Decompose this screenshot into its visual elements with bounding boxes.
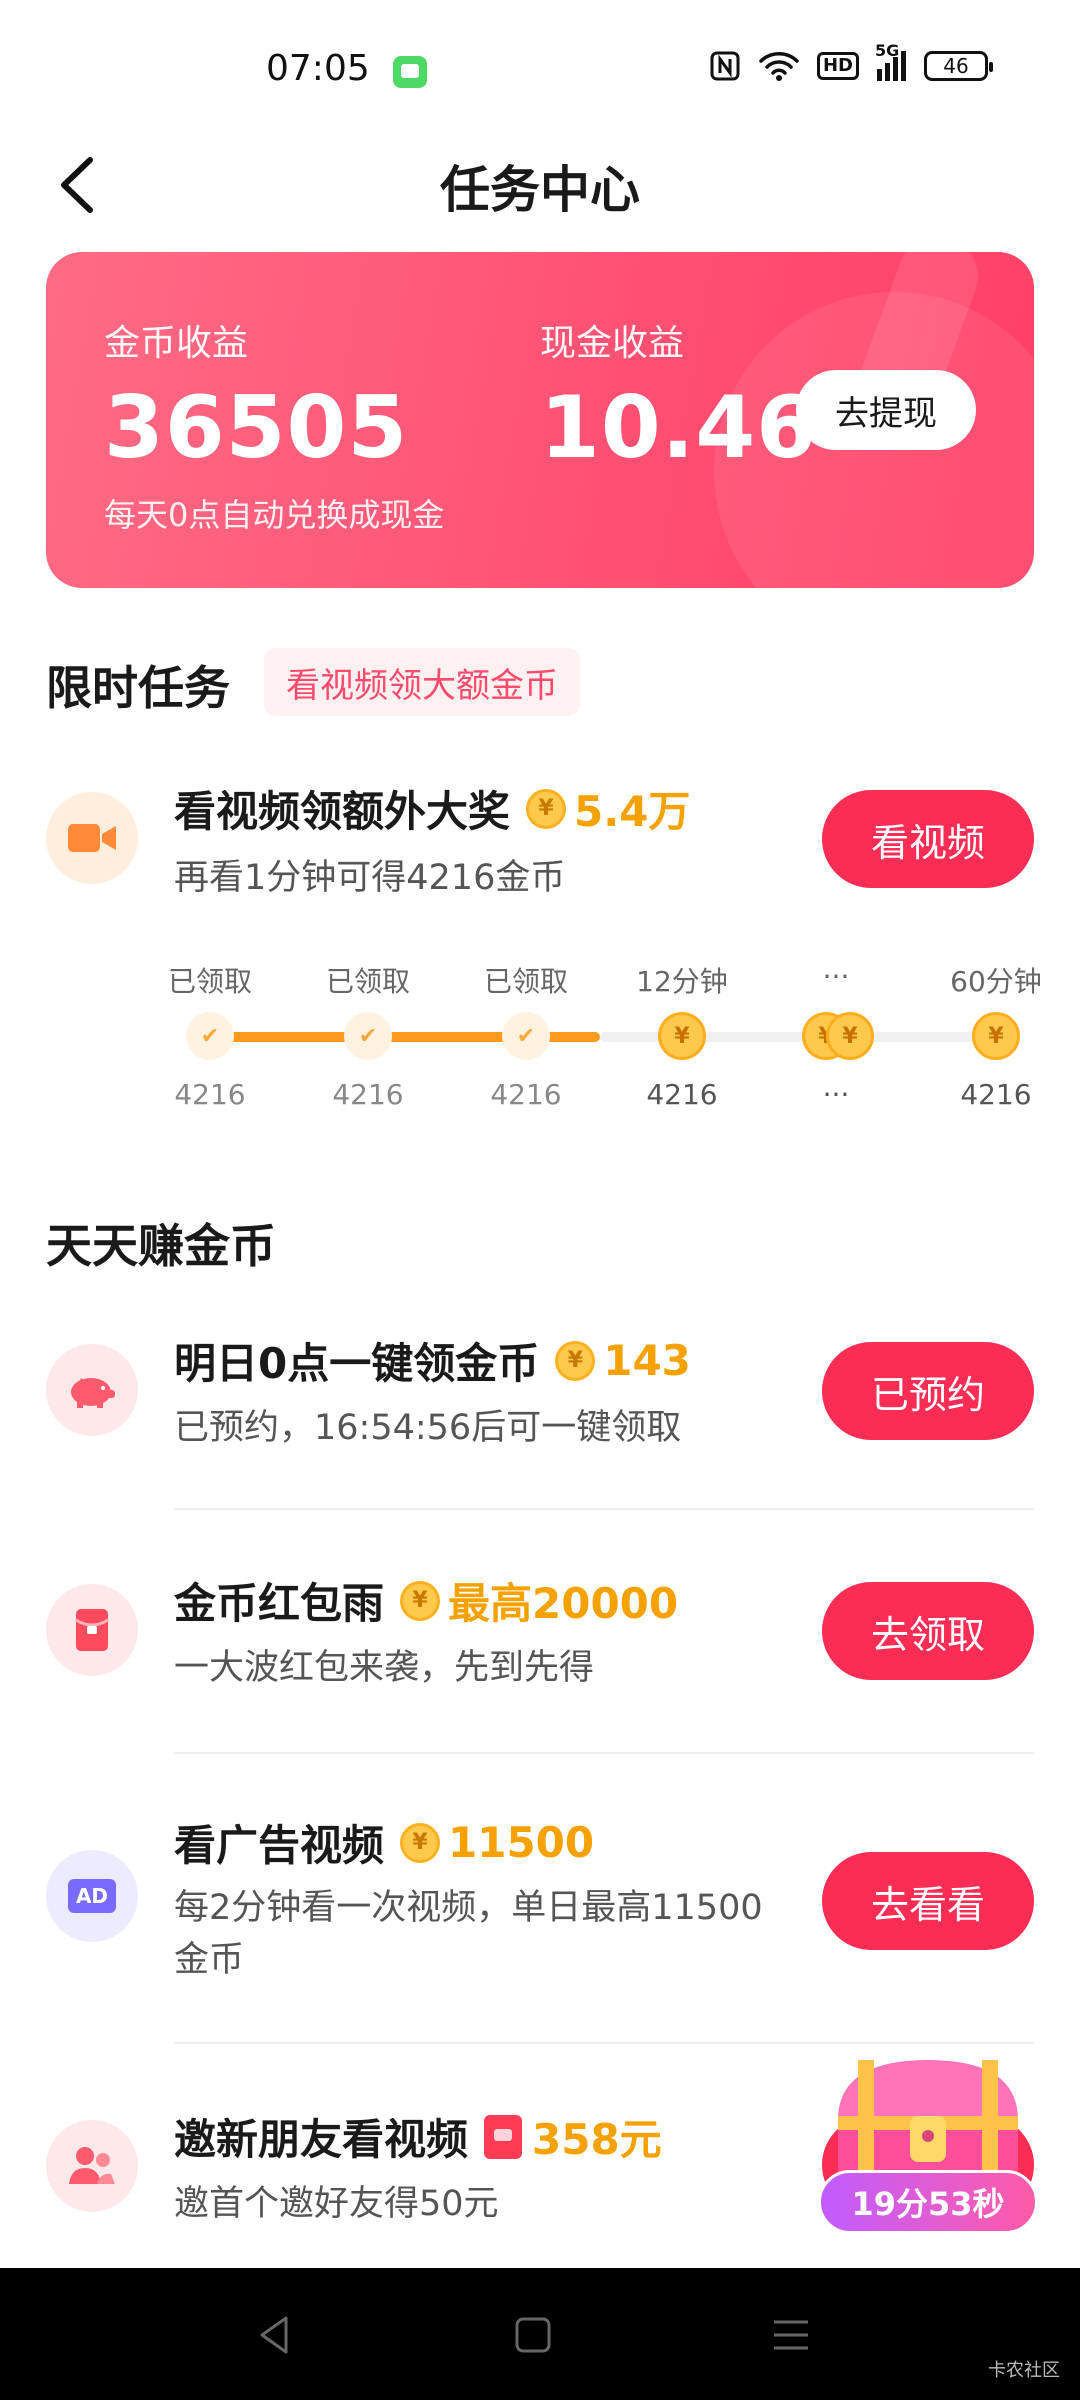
invite-friends-icon — [69, 2147, 115, 2184]
ad-icon: AD — [68, 1879, 116, 1913]
progress-top-label: 已领取 — [325, 965, 410, 998]
task-icon-bg: AD — [46, 1850, 138, 1942]
claim-button[interactable]: 去领取 — [822, 1582, 1034, 1680]
red-envelope-icon — [75, 1609, 109, 1651]
task-icon-bg — [46, 2120, 138, 2212]
progress-bottom-label: 4216 — [646, 1078, 718, 1111]
video-task-desc: 再看1分钟可得4216金币 — [174, 858, 566, 898]
task-desc: 已预约，16:54:56后可一键领取 — [174, 1408, 682, 1448]
progress-bottom-label: ··· — [822, 1078, 850, 1111]
progress-top-label: 60分钟 — [950, 965, 1042, 998]
coin-icon: ¥ — [526, 788, 567, 829]
video-task-title-row: 看视频领额外大奖 ¥ 5.4万 — [174, 778, 690, 839]
signal-icon: 5G — [875, 41, 906, 81]
progress-top-label: 12分钟 — [636, 965, 728, 998]
nav-back-icon[interactable] — [250, 2310, 300, 2360]
coin-icon: ¥ — [658, 1012, 706, 1060]
check-icon: ✔ — [186, 1012, 234, 1060]
status-bar: 07:05 HD 5G 46 — [0, 0, 1080, 130]
task-reward: 143 — [603, 1336, 691, 1385]
progress-top-label: ··· — [822, 960, 850, 993]
progress-top-label: 已领取 — [483, 965, 568, 998]
check-icon: ✔ — [344, 1012, 392, 1060]
piggy-bank-icon — [71, 1378, 115, 1408]
watch-video-button[interactable]: 看视频 — [822, 790, 1034, 888]
task-title-row: 金币红包雨 ¥ 最高20000 — [174, 1570, 678, 1631]
progress-bottom-label: 4216 — [332, 1078, 404, 1111]
progress-bottom-label: 4216 — [490, 1078, 562, 1111]
task-reward: 11500 — [448, 1818, 595, 1867]
task-reward: 358元 — [532, 2115, 662, 2164]
coin-icon: ¥ — [555, 1340, 596, 1381]
chest-timer[interactable]: 19分53秒 — [818, 2170, 1038, 2234]
wifi-icon — [759, 52, 799, 81]
message-notification-icon — [393, 56, 427, 88]
divider — [174, 1752, 1034, 1754]
task-title-row: 看广告视频 ¥ 11500 — [174, 1812, 594, 1873]
video-task-reward: 5.4万 — [574, 787, 691, 836]
coin-earnings-value: 36505 — [104, 378, 409, 478]
video-task-icon-bg — [46, 792, 138, 884]
cash-earnings-label: 现金收益 — [540, 323, 685, 364]
check-icon: ✔ — [502, 1012, 550, 1060]
hd-icon: HD — [816, 52, 859, 80]
coin-icon: ¥ — [826, 1012, 874, 1060]
task-title: 明日0点一键领金币 — [174, 1339, 540, 1388]
video-task-title: 看视频领额外大奖 — [174, 787, 511, 836]
daily-tasks-title: 天天赚金币 — [46, 1219, 276, 1273]
coin-icon: ¥ — [400, 1580, 441, 1621]
task-title-row: 邀新朋友看视频 358元 — [174, 2106, 662, 2167]
exchange-note: 每天0点自动兑换成现金 — [104, 496, 445, 534]
nav-home-icon[interactable] — [508, 2310, 558, 2360]
divider — [174, 1508, 1034, 1510]
status-time: 07:05 — [266, 48, 370, 89]
task-desc: 每2分钟看一次视频，单日最高11500金币 — [174, 1888, 763, 1980]
watch-ad-button[interactable]: 去看看 — [822, 1852, 1034, 1950]
cash-earnings-value: 10.46 — [540, 378, 818, 478]
network-label: 5G — [875, 41, 900, 60]
progress-bottom-label: 4216 — [960, 1078, 1032, 1111]
task-icon-bg — [46, 1584, 138, 1676]
task-desc: 一大波红包来袭，先到先得 — [174, 1648, 595, 1688]
withdraw-button[interactable]: 去提现 — [796, 370, 976, 450]
task-icon-bg — [46, 1344, 138, 1436]
battery-level: 46 — [943, 54, 969, 78]
header: 任务中心 — [0, 130, 1080, 240]
task-desc: 邀首个邀好友得50元 — [174, 2184, 499, 2224]
nfc-icon — [710, 51, 740, 81]
red-packet-icon — [484, 2114, 523, 2159]
battery-icon: 46 — [924, 51, 993, 81]
progress-bottom-label: 4216 — [174, 1078, 246, 1111]
video-camera-icon — [68, 824, 116, 852]
reserved-button[interactable]: 已预约 — [822, 1342, 1034, 1440]
task-reward: 最高20000 — [448, 1579, 679, 1628]
task-title: 金币红包雨 — [174, 1579, 385, 1628]
system-nav-bar: 卡农社区 — [0, 2268, 1080, 2400]
watermark: 卡农社区 — [988, 2360, 1060, 2381]
limited-tasks-title: 限时任务 — [46, 661, 230, 715]
progress-top-label: 已领取 — [167, 965, 252, 998]
status-icons: HD 5G 46 — [709, 41, 993, 82]
task-title: 看广告视频 — [174, 1821, 385, 1870]
coin-icon: ¥ — [972, 1012, 1020, 1060]
page-title: 任务中心 — [440, 161, 640, 219]
coin-earnings-label: 金币收益 — [104, 323, 249, 364]
task-title-row: 明日0点一键领金币 ¥ 143 — [174, 1330, 691, 1391]
earnings-card: 金币收益 36505 现金收益 10.46 去提现 每天0点自动兑换成现金 — [46, 252, 1034, 588]
task-title: 邀新朋友看视频 — [174, 2115, 469, 2164]
limited-tasks-tag: 看视频领大额金币 — [264, 648, 580, 716]
nav-menu-icon[interactable] — [766, 2310, 816, 2360]
coin-icon: ¥ — [400, 1822, 441, 1863]
